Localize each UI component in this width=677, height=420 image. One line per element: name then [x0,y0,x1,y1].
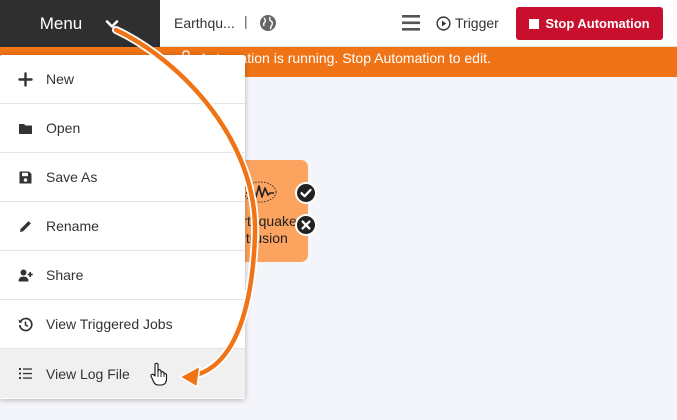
pencil-icon [20,221,31,232]
save-icon [19,171,32,184]
stop-square-icon [529,18,540,29]
menu-item-label: Rename [46,218,99,234]
main-menu-dropdown: New Open Save As Rename Share View Trigg… [0,55,245,399]
x-circle-icon [297,216,315,234]
top-bar: Menu Earthqu... | Trigger Stop Automatio… [0,0,677,47]
menu-item-share[interactable]: Share [0,251,245,300]
menu-item-label: View Triggered Jobs [46,316,173,332]
failure-port[interactable] [295,214,317,236]
workflow-name[interactable]: Earthqu... [174,15,235,31]
success-port[interactable] [295,182,317,204]
menu-item-rename[interactable]: Rename [0,202,245,251]
hamburger-menu-icon[interactable] [402,13,420,33]
play-circle-icon [436,15,451,31]
menu-item-label: Open [46,120,81,136]
menu-item-label: View Log File [46,365,130,382]
menu-item-view-triggered-jobs[interactable]: View Triggered Jobs [0,300,245,349]
plus-icon [18,72,33,87]
stop-automation-button[interactable]: Stop Automation [516,7,663,40]
menu-item-label: Share [46,267,84,283]
menu-item-view-log-file[interactable]: View Log File [0,349,245,398]
chevron-down-icon [105,19,119,28]
trigger-button[interactable]: Trigger [436,12,499,34]
menu-item-open[interactable]: Open [0,104,245,153]
menu-item-save-as[interactable]: Save As [0,153,245,202]
seismic-wave-icon [243,181,277,203]
trigger-label: Trigger [455,15,499,31]
hand-pointer-icon [150,362,168,386]
globe-icon[interactable] [259,14,277,32]
stop-automation-label: Stop Automation [545,16,650,31]
folder-icon [19,124,32,134]
title-separator: | [244,13,248,29]
menu-item-label: Save As [46,169,98,185]
history-icon [18,317,33,332]
menu-label: Menu [39,13,83,33]
menu-button[interactable]: Menu [0,0,160,47]
user-plus-icon [18,269,33,282]
list-icon [19,368,32,379]
menu-item-new[interactable]: New [0,55,245,104]
check-circle-icon [297,184,315,202]
menu-item-label: New [46,71,75,87]
